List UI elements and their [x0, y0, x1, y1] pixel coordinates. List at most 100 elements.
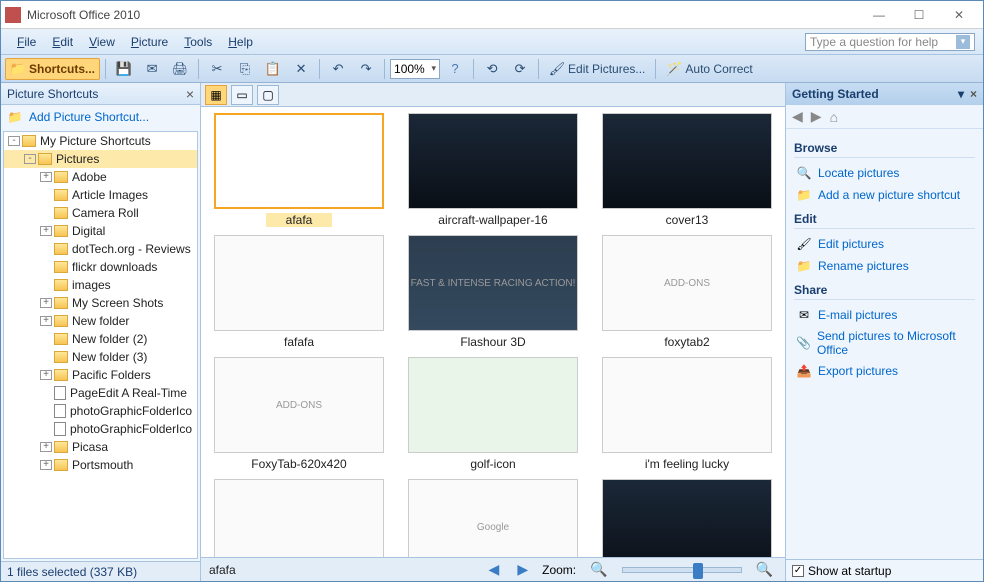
- rename-pictures-link[interactable]: Rename pictures: [818, 259, 909, 273]
- delete-button[interactable]: ✕: [288, 58, 314, 80]
- locate-pictures-link[interactable]: Locate pictures: [818, 166, 899, 180]
- forward-icon[interactable]: ▶: [811, 108, 822, 125]
- tree-item[interactable]: Camera Roll: [4, 204, 197, 222]
- gs-nav: ◀ ▶ ⌂: [786, 105, 983, 129]
- shortcuts-button[interactable]: 📁 Shortcuts...: [5, 58, 100, 80]
- tree-item[interactable]: PageEdit A Real-Time: [4, 384, 197, 402]
- collapse-icon[interactable]: -: [24, 154, 36, 164]
- export-pictures-link[interactable]: Export pictures: [818, 364, 898, 378]
- rotate-right-button[interactable]: ⟳: [507, 58, 533, 80]
- folder-tree[interactable]: -My Picture Shortcuts-Pictures+AdobeArti…: [3, 131, 198, 559]
- tree-item[interactable]: +New folder: [4, 312, 197, 330]
- tree-item[interactable]: +Adobe: [4, 168, 197, 186]
- auto-correct-button[interactable]: 🪄 Auto Correct: [661, 58, 757, 80]
- tree-item[interactable]: New folder (3): [4, 348, 197, 366]
- expand-icon[interactable]: +: [40, 298, 52, 308]
- tree-item[interactable]: - Pictures: [4, 150, 197, 168]
- print-button[interactable]: 🖨: [167, 58, 193, 80]
- filmstrip-view-button[interactable]: ▭: [231, 85, 253, 105]
- expand-icon[interactable]: +: [40, 460, 52, 470]
- thumbnail[interactable]: ADD-ONSFoxyTab-620x420: [207, 357, 391, 471]
- prev-button[interactable]: ◀: [485, 561, 504, 578]
- tree-spacer: [40, 406, 52, 416]
- expand-icon[interactable]: +: [40, 316, 52, 326]
- print-icon: 🖨: [172, 61, 188, 77]
- tree-item[interactable]: +Picasa: [4, 438, 197, 456]
- menu-view[interactable]: View: [81, 33, 123, 51]
- thumbnail[interactable]: aircraft-wallpaper-16: [401, 113, 585, 227]
- mail-icon: ✉: [144, 61, 160, 77]
- help-search-input[interactable]: Type a question for help ▾: [805, 33, 975, 51]
- tree-item-label: PageEdit A Real-Time: [70, 386, 187, 400]
- tree-item[interactable]: +Portsmouth: [4, 456, 197, 474]
- minimize-button[interactable]: —: [859, 3, 899, 27]
- tree-spacer: [40, 190, 52, 200]
- pane-close-icon[interactable]: ×: [186, 86, 194, 102]
- thumbnail-view-button[interactable]: ▦: [205, 85, 227, 105]
- copy-button[interactable]: ⎘: [232, 58, 258, 80]
- tree-item[interactable]: -My Picture Shortcuts: [4, 132, 197, 150]
- tree-item[interactable]: flickr downloads: [4, 258, 197, 276]
- thumbnail[interactable]: fafafa: [207, 235, 391, 349]
- edit-pictures-button[interactable]: 🖌 Edit Pictures...: [544, 58, 650, 80]
- thumbnail[interactable]: FAST & INTENSE RACING ACTION!Flashour 3D: [401, 235, 585, 349]
- menu-edit[interactable]: Edit: [44, 33, 81, 51]
- undo-button[interactable]: ↶: [325, 58, 351, 80]
- paste-button[interactable]: 📋: [260, 58, 286, 80]
- single-view-button[interactable]: ▢: [257, 85, 279, 105]
- send-office-link[interactable]: Send pictures to Microsoft Office: [817, 329, 975, 357]
- next-button[interactable]: ▶: [513, 561, 532, 578]
- gs-dropdown-icon[interactable]: ▾: [958, 87, 964, 101]
- tree-item[interactable]: +My Screen Shots: [4, 294, 197, 312]
- tree-item[interactable]: Article Images: [4, 186, 197, 204]
- zoom-in-button[interactable]: 🔍: [752, 561, 777, 578]
- rotate-left-button[interactable]: ⟲: [479, 58, 505, 80]
- thumbnail[interactable]: golf-icon: [401, 357, 585, 471]
- cut-button[interactable]: ✂: [204, 58, 230, 80]
- thumbnail[interactable]: i'm feeling lucky: [595, 357, 779, 471]
- thumbnail[interactable]: [595, 479, 779, 557]
- tree-item-label: Pictures: [56, 152, 99, 166]
- email-pictures-link[interactable]: E-mail pictures: [818, 308, 897, 322]
- gs-close-icon[interactable]: ×: [970, 87, 977, 101]
- add-shortcut-link[interactable]: Add a new picture shortcut: [818, 188, 960, 202]
- home-icon[interactable]: ⌂: [830, 109, 838, 125]
- menu-help[interactable]: Help: [220, 33, 261, 51]
- tree-item[interactable]: New folder (2): [4, 330, 197, 348]
- menu-file[interactable]: File: [9, 33, 44, 51]
- tree-item[interactable]: dotTech.org - Reviews: [4, 240, 197, 258]
- expand-icon[interactable]: +: [40, 226, 52, 236]
- thumbnail[interactable]: afafa: [207, 113, 391, 227]
- edit-pictures-link[interactable]: Edit pictures: [818, 237, 884, 251]
- tree-item[interactable]: photoGraphicFolderIco: [4, 402, 197, 420]
- expand-icon[interactable]: +: [40, 370, 52, 380]
- thumbnail[interactable]: cover13: [595, 113, 779, 227]
- tree-item[interactable]: +Digital: [4, 222, 197, 240]
- help-button[interactable]: ?: [442, 58, 468, 80]
- help-dropdown-icon[interactable]: ▾: [956, 35, 970, 49]
- menu-picture[interactable]: Picture: [123, 33, 176, 51]
- help-icon: ?: [447, 61, 463, 77]
- tree-item[interactable]: +Pacific Folders: [4, 366, 197, 384]
- save-button[interactable]: 💾: [111, 58, 137, 80]
- folder-icon: [54, 225, 68, 237]
- redo-button[interactable]: ↷: [353, 58, 379, 80]
- close-button[interactable]: ✕: [939, 3, 979, 27]
- back-icon[interactable]: ◀: [792, 108, 803, 125]
- menu-tools[interactable]: Tools: [176, 33, 220, 51]
- show-startup-checkbox[interactable]: ✓: [792, 565, 804, 577]
- zoom-out-button[interactable]: 🔍: [586, 561, 611, 578]
- maximize-button[interactable]: ☐: [899, 3, 939, 27]
- expand-icon[interactable]: +: [40, 172, 52, 182]
- tree-item[interactable]: photoGraphicFolderIco: [4, 420, 197, 438]
- tree-item[interactable]: images: [4, 276, 197, 294]
- thumbnail[interactable]: [207, 479, 391, 557]
- zoom-slider[interactable]: [622, 567, 742, 573]
- add-picture-shortcut-link[interactable]: Add Picture Shortcut...: [29, 110, 149, 124]
- thumbnail[interactable]: Google: [401, 479, 585, 557]
- thumbnail[interactable]: ADD-ONSfoxytab2: [595, 235, 779, 349]
- zoom-combo[interactable]: 100%▾: [390, 59, 440, 79]
- collapse-icon[interactable]: -: [8, 136, 20, 146]
- mail-button[interactable]: ✉: [139, 58, 165, 80]
- expand-icon[interactable]: +: [40, 442, 52, 452]
